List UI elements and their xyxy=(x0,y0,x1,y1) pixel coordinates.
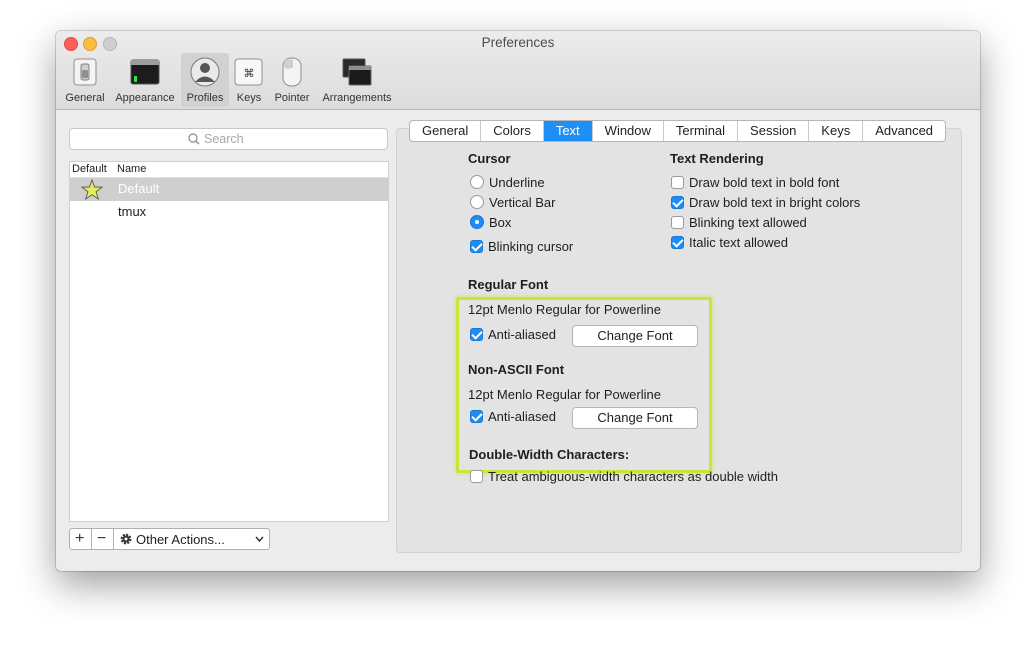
toolbar-general[interactable]: General xyxy=(64,53,106,107)
toolbar-profiles[interactable]: Profiles xyxy=(181,53,229,107)
toolbar-label-keys: Keys xyxy=(236,92,262,104)
checkbox-label: Blinking cursor xyxy=(488,239,574,254)
toolbar-pointer[interactable]: Pointer xyxy=(270,53,314,107)
toolbar-label-appearance: Appearance xyxy=(115,92,175,104)
blinking-text-checkbox[interactable]: Blinking text allowed xyxy=(671,215,807,230)
preferences-window: Preferences General Appearance Profiles … xyxy=(56,31,980,571)
star-icon xyxy=(81,179,103,200)
radio-indicator xyxy=(470,175,484,189)
checkbox-label: Treat ambiguous-width characters as doub… xyxy=(488,469,778,484)
checkbox-label: Blinking text allowed xyxy=(689,215,807,230)
bright-colors-checkbox[interactable]: Draw bold text in bright colors xyxy=(671,195,860,210)
tab-advanced[interactable]: Advanced xyxy=(863,121,945,141)
windows-icon xyxy=(342,58,372,86)
toolbar-label-general: General xyxy=(65,92,105,104)
table-header: Default Name xyxy=(70,162,388,178)
search-input[interactable]: Search xyxy=(69,128,388,150)
double-width-title: Double-Width Characters: xyxy=(469,447,630,462)
column-header-name[interactable]: Name xyxy=(117,163,146,175)
search-icon xyxy=(188,133,200,145)
regular-font-title: Regular Font xyxy=(468,277,549,292)
profiles-table[interactable]: Default Name Default tmux xyxy=(69,161,389,522)
checkbox-label: Draw bold text in bright colors xyxy=(689,195,861,210)
radio-label: Underline xyxy=(489,175,545,190)
remove-profile-button[interactable]: − xyxy=(91,528,114,550)
checkbox-label: Anti-aliased xyxy=(488,409,556,424)
gear-icon xyxy=(120,533,132,545)
checkbox-indicator xyxy=(470,328,483,341)
checkbox-indicator xyxy=(470,470,483,483)
other-actions-button[interactable]: Other Actions... xyxy=(113,528,270,550)
checkbox-indicator xyxy=(470,240,483,253)
non-ascii-anti-aliased-checkbox[interactable]: Anti-aliased xyxy=(470,409,556,424)
checkbox-label: Draw bold text in bold font xyxy=(689,175,840,190)
regular-font-description: 12pt Menlo Regular for Powerline xyxy=(468,302,661,317)
tab-bar: General Colors Text Window Terminal Sess… xyxy=(409,120,947,142)
regular-change-font-button[interactable]: Change Font xyxy=(572,325,698,347)
add-profile-button[interactable]: + xyxy=(69,528,92,550)
table-row[interactable]: Default xyxy=(70,178,388,201)
toolbar-label-pointer: Pointer xyxy=(274,92,310,104)
mouse-icon xyxy=(282,57,302,87)
toolbar-appearance[interactable]: Appearance xyxy=(111,53,179,107)
command-key-icon: ⌘ xyxy=(234,58,263,86)
person-icon xyxy=(190,57,220,87)
switch-icon xyxy=(73,58,97,86)
checkbox-indicator xyxy=(671,196,684,209)
cursor-box-radio[interactable]: Box xyxy=(470,215,511,230)
tab-session[interactable]: Session xyxy=(738,121,810,141)
checkbox-indicator xyxy=(470,410,483,423)
double-width-checkbox[interactable]: Treat ambiguous-width characters as doub… xyxy=(470,469,778,484)
profiles-bottom-bar: + − Other Actions... xyxy=(69,528,271,550)
title-bar: Preferences General Appearance Profiles … xyxy=(56,31,980,110)
toolbar-arrangements[interactable]: Arrangements xyxy=(317,53,397,107)
tab-general[interactable]: General xyxy=(410,121,482,141)
checkbox-label: Anti-aliased xyxy=(488,327,556,342)
italic-text-checkbox[interactable]: Italic text allowed xyxy=(671,235,788,250)
profile-settings-pane: General Colors Text Window Terminal Sess… xyxy=(396,120,962,553)
tab-text[interactable]: Text xyxy=(543,121,593,141)
toolbar-label-profiles: Profiles xyxy=(186,92,224,104)
checkbox-indicator xyxy=(671,216,684,229)
toolbar-keys[interactable]: ⌘ Keys xyxy=(232,53,266,107)
window-icon xyxy=(130,59,160,85)
column-header-default[interactable]: Default xyxy=(72,163,107,175)
regular-anti-aliased-checkbox[interactable]: Anti-aliased xyxy=(470,327,556,342)
tab-window[interactable]: Window xyxy=(593,121,664,141)
chevron-down-icon xyxy=(255,536,264,543)
profile-name: Default xyxy=(118,181,160,196)
blinking-cursor-checkbox[interactable]: Blinking cursor xyxy=(470,239,573,254)
profile-name: tmux xyxy=(118,204,147,219)
radio-indicator xyxy=(470,215,484,229)
search-placeholder: Search xyxy=(204,132,244,146)
tab-terminal[interactable]: Terminal xyxy=(664,121,739,141)
cursor-section-title: Cursor xyxy=(468,151,511,166)
svg-text:⌘: ⌘ xyxy=(244,68,255,80)
non-ascii-change-font-button[interactable]: Change Font xyxy=(572,407,698,429)
radio-label: Box xyxy=(489,215,512,230)
radio-label: Vertical Bar xyxy=(489,195,556,210)
bold-font-checkbox[interactable]: Draw bold text in bold font xyxy=(671,175,839,190)
cursor-vertical-bar-radio[interactable]: Vertical Bar xyxy=(470,195,555,210)
tab-keys[interactable]: Keys xyxy=(809,121,864,141)
cursor-underline-radio[interactable]: Underline xyxy=(470,175,545,190)
radio-indicator xyxy=(470,195,484,209)
tab-colors[interactable]: Colors xyxy=(481,121,544,141)
text-rendering-section-title: Text Rendering xyxy=(670,151,764,166)
window-title: Preferences xyxy=(481,35,555,50)
checkbox-indicator xyxy=(671,236,684,249)
checkbox-label: Italic text allowed xyxy=(689,235,788,250)
other-actions-label: Other Actions... xyxy=(136,532,225,547)
checkbox-indicator xyxy=(671,176,684,189)
non-ascii-font-description: 12pt Menlo Regular for Powerline xyxy=(468,387,661,402)
table-row[interactable]: tmux xyxy=(70,201,388,224)
toolbar-label-arrangements: Arrangements xyxy=(322,92,392,104)
non-ascii-font-title: Non-ASCII Font xyxy=(468,362,565,377)
